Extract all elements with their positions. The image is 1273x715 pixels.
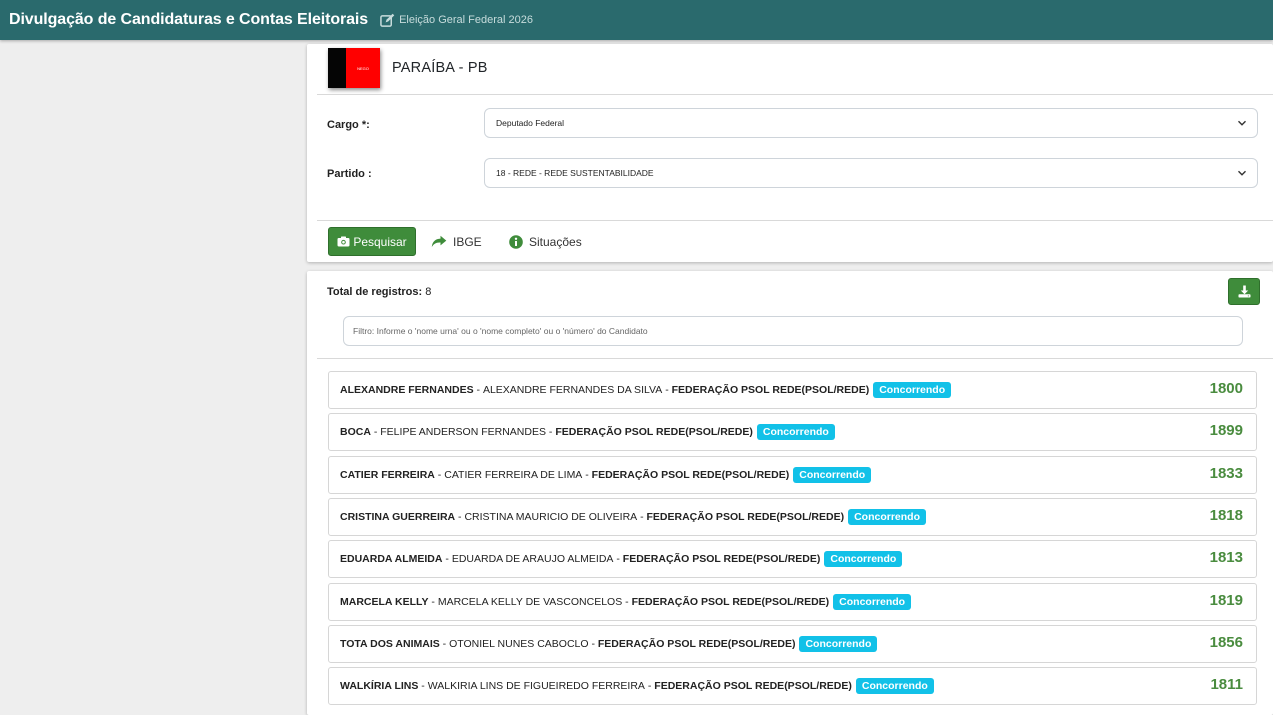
- candidate-federation: FEDERAÇÃO PSOL REDE(PSOL/REDE): [654, 680, 852, 693]
- candidate-number: 1811: [1210, 676, 1243, 694]
- app-title[interactable]: Divulgação de Candidaturas e Contas Elei…: [9, 11, 368, 29]
- partido-select[interactable]: 18 - REDE - REDE SUSTENTABILIDADE: [484, 158, 1258, 188]
- candidate-federation: FEDERAÇÃO PSOL REDE(PSOL/REDE): [671, 384, 870, 396]
- results-card: Total de registros: 8 Filtro: Informe o …: [307, 271, 1273, 715]
- candidate-ballot-name: ALEXANDRE FERNANDES: [340, 384, 474, 396]
- ibge-button[interactable]: IBGE: [431, 227, 482, 256]
- candidate-row[interactable]: CRISTINA GUERREIRA - CRISTINA MAURICIO D…: [328, 497, 1257, 536]
- download-icon: [1238, 285, 1250, 298]
- candidate-ballot-name: WALKÍRIA LINS: [340, 680, 419, 693]
- candidate-number: 1813: [1209, 549, 1243, 567]
- candidate-number: 1899: [1209, 422, 1243, 440]
- candidate-number: 1818: [1209, 506, 1243, 524]
- search-button-label: Pesquisar: [353, 234, 407, 249]
- candidate-full-name: FELIPE ANDERSON FERNANDES: [380, 426, 546, 439]
- cargo-select[interactable]: Deputado Federal: [484, 108, 1258, 138]
- candidate-full-name: EDUARDA DE ARAUJO ALMEIDA: [451, 553, 614, 566]
- status-badge: Concorrendo: [799, 635, 878, 652]
- candidate-federation: FEDERAÇÃO PSOL REDE(PSOL/REDE): [646, 510, 845, 523]
- status-badge: Concorrendo: [756, 424, 835, 441]
- candidate-number: 1833: [1209, 464, 1243, 482]
- candidate-number: 1856: [1209, 633, 1243, 651]
- candidate-full-name: CATIER FERREIRA DE LIMA: [444, 468, 583, 481]
- total-value: 8: [425, 286, 432, 298]
- ibge-label: IBGE: [453, 234, 482, 249]
- divider: [317, 358, 1273, 359]
- candidate-ballot-name: BOCA: [340, 426, 371, 439]
- search-button[interactable]: Pesquisar: [328, 227, 416, 256]
- candidate-federation: FEDERAÇÃO PSOL REDE(PSOL/REDE): [597, 637, 796, 650]
- election-name[interactable]: Eleição Geral Federal 2026: [399, 14, 533, 26]
- candidate-federation: FEDERAÇÃO PSOL REDE(PSOL/REDE): [631, 595, 830, 608]
- candidate-federation: FEDERAÇÃO PSOL REDE(PSOL/REDE): [591, 468, 790, 481]
- candidate-ballot-name: TOTA DOS ANIMAIS: [340, 637, 440, 650]
- situacoes-button[interactable]: Situações: [509, 227, 582, 256]
- candidate-federation: FEDERAÇÃO PSOL REDE(PSOL/REDE): [622, 553, 821, 566]
- share-arrow-icon: [431, 235, 447, 247]
- state-name: PARAÍBA - PB: [392, 60, 488, 76]
- candidate-row[interactable]: ALEXANDRE FERNANDES - ALEXANDRE FERNANDE…: [328, 371, 1257, 409]
- candidate-ballot-name: MARCELA KELLY: [340, 595, 429, 608]
- filter-placeholder: Filtro: Informe o 'nome urna' ou o 'nome…: [353, 326, 648, 336]
- candidate-federation: FEDERAÇÃO PSOL REDE(PSOL/REDE): [555, 426, 753, 439]
- candidate-row[interactable]: MARCELA KELLY - MARCELA KELLY DE VASCONC…: [328, 582, 1257, 621]
- status-badge: Concorrendo: [824, 551, 903, 568]
- status-badge: Concorrendo: [873, 382, 952, 398]
- status-badge: Concorrendo: [793, 466, 872, 483]
- state-flag: NEGO: [328, 48, 380, 88]
- candidate-row[interactable]: EDUARDA ALMEIDA - EDUARDA DE ARAUJO ALME…: [328, 540, 1257, 579]
- cargo-label: Cargo *:: [327, 119, 370, 131]
- total-label: Total de registros:: [327, 286, 423, 298]
- candidate-full-name: WALKIRIA LINS DE FIGUEIREDO FERREIRA: [427, 680, 645, 693]
- candidate-row[interactable]: BOCA - FELIPE ANDERSON FERNANDES - FEDER…: [328, 413, 1257, 452]
- status-badge: Concorrendo: [833, 593, 912, 610]
- partido-label: Partido :: [327, 168, 372, 180]
- candidate-number: 1819: [1209, 591, 1243, 609]
- camera-icon: [337, 236, 350, 247]
- total-records: Total de registros: 8: [327, 286, 431, 298]
- candidate-full-name: OTONIEL NUNES CABOCLO: [449, 637, 589, 650]
- search-card: NEGO PARAÍBA - PB Cargo *: Deputado Fede…: [307, 44, 1273, 262]
- cargo-select-value: Deputado Federal: [496, 118, 565, 128]
- candidate-ballot-name: EDUARDA ALMEIDA: [340, 553, 443, 566]
- candidate-ballot-name: CATIER FERREIRA: [340, 468, 435, 481]
- candidate-full-name: CRISTINA MAURICIO DE OLIVEIRA: [464, 510, 638, 523]
- candidate-row[interactable]: WALKÍRIA LINS - WALKIRIA LINS DE FIGUEIR…: [328, 667, 1257, 706]
- partido-select-value: 18 - REDE - REDE SUSTENTABILIDADE: [496, 168, 654, 178]
- info-icon: [509, 234, 523, 249]
- edit-icon[interactable]: [380, 13, 395, 28]
- download-button[interactable]: [1228, 278, 1260, 305]
- divider: [317, 220, 1273, 221]
- candidate-number: 1800: [1209, 380, 1243, 397]
- candidate-row[interactable]: CATIER FERREIRA - CATIER FERREIRA DE LIM…: [328, 455, 1257, 494]
- chevron-down-icon: [1238, 120, 1246, 126]
- top-navbar: Divulgação de Candidaturas e Contas Elei…: [0, 0, 1273, 40]
- candidate-row[interactable]: TOTA DOS ANIMAIS - OTONIEL NUNES CABOCLO…: [328, 624, 1257, 663]
- status-badge: Concorrendo: [848, 508, 927, 525]
- candidate-full-name: MARCELA KELLY DE VASCONCELOS: [437, 595, 623, 608]
- chevron-down-icon: [1238, 170, 1246, 176]
- divider: [317, 94, 1273, 95]
- status-badge: Concorrendo: [855, 678, 934, 695]
- candidate-ballot-name: CRISTINA GUERREIRA: [340, 510, 456, 523]
- candidate-full-name: ALEXANDRE FERNANDES DA SILVA: [482, 384, 663, 396]
- situacoes-label: Situações: [529, 234, 582, 249]
- filter-input[interactable]: Filtro: Informe o 'nome urna' ou o 'nome…: [343, 316, 1243, 346]
